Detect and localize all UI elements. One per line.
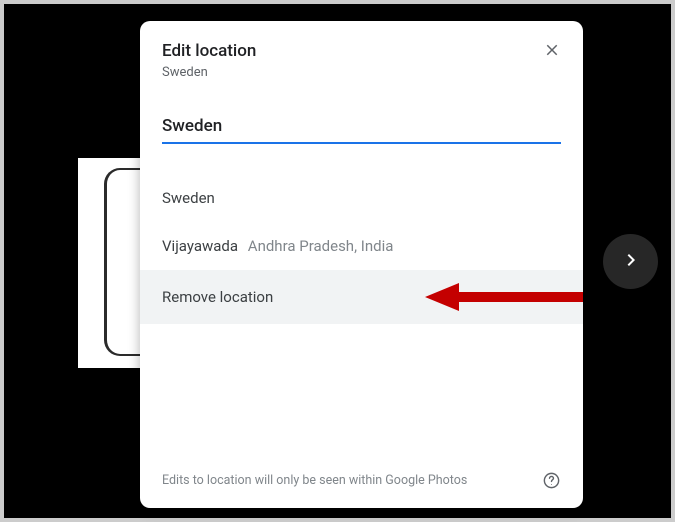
location-suggestion[interactable]: Sweden — [140, 174, 583, 222]
footer-note: Edits to location will only be seen with… — [162, 473, 467, 488]
close-icon — [543, 41, 561, 63]
remove-location-label: Remove location — [162, 288, 273, 306]
suggestion-primary: Vijayawada — [162, 237, 238, 255]
location-suggestion[interactable]: Vijayawada Andhra Pradesh, India — [140, 222, 583, 270]
suggestion-primary: Sweden — [162, 189, 215, 207]
dialog-header: Edit location Sweden — [140, 21, 583, 80]
help-icon — [542, 475, 561, 494]
dialog-current-location: Sweden — [162, 65, 561, 80]
location-search-field[interactable] — [162, 116, 561, 144]
remove-location-option[interactable]: Remove location — [140, 270, 583, 324]
edit-location-dialog: Edit location Sweden Sweden Vijayawada A… — [140, 21, 583, 508]
close-button[interactable] — [539, 39, 565, 65]
background-phone-edge — [104, 168, 144, 356]
dialog-footer: Edits to location will only be seen with… — [140, 455, 583, 508]
next-photo-button[interactable] — [603, 234, 658, 289]
annotation-arrow — [425, 279, 585, 315]
dialog-title: Edit location — [162, 41, 561, 61]
location-search-input[interactable] — [162, 116, 561, 136]
help-button[interactable] — [542, 471, 561, 490]
suggestion-secondary: Andhra Pradesh, India — [248, 237, 394, 255]
chevron-right-icon — [619, 248, 643, 276]
location-suggestions-list: Sweden Vijayawada Andhra Pradesh, India … — [140, 174, 583, 324]
